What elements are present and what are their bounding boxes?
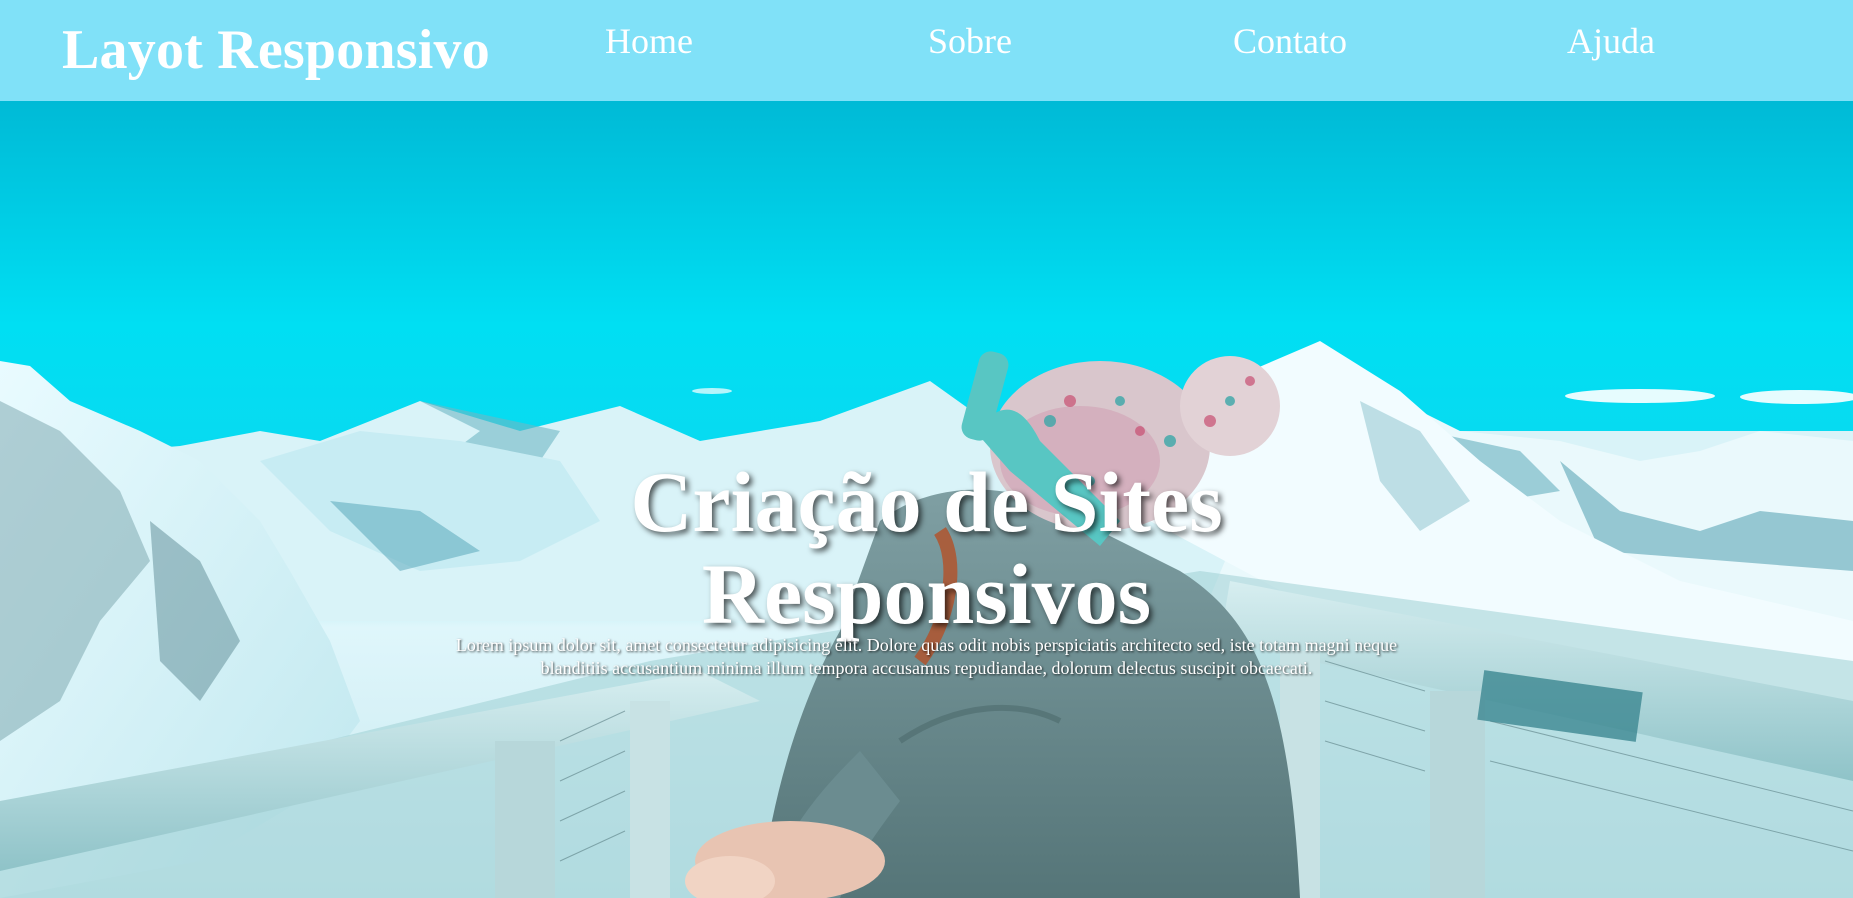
hero-description: Lorem ipsum dolor sit, amet consectetur … xyxy=(455,635,1398,678)
hero-title-line-2: Responsivos xyxy=(701,546,1152,642)
nav-link-contato[interactable]: Contato xyxy=(1233,16,1347,66)
hero-title-line-1: Criação de Sites xyxy=(630,454,1223,550)
main-nav: Home Sobre Contato Ajuda xyxy=(0,16,1853,66)
nav-link-sobre[interactable]: Sobre xyxy=(928,16,1012,66)
hero-banner: Criação de Sites Responsivos Lorem ipsum… xyxy=(0,101,1853,898)
nav-link-home[interactable]: Home xyxy=(605,16,693,66)
top-header: Layot Responsivo Home Sobre Contato Ajud… xyxy=(0,0,1853,101)
nav-link-ajuda[interactable]: Ajuda xyxy=(1567,16,1655,66)
hero-title: Criação de Sites Responsivos xyxy=(0,456,1853,640)
